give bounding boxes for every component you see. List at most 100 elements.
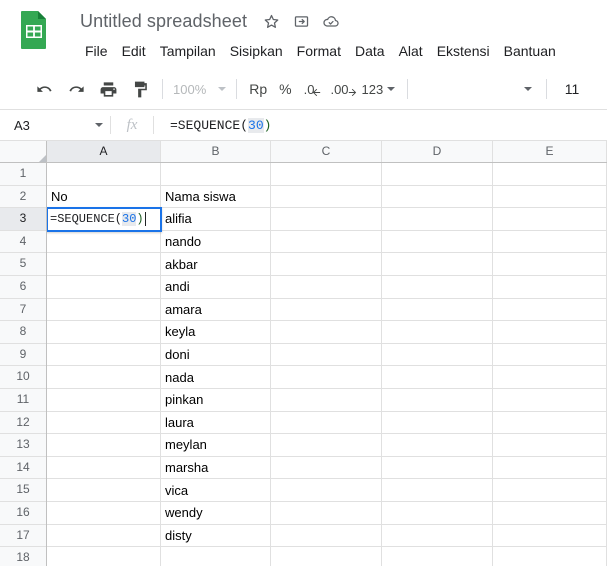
- cell-D4[interactable]: [382, 230, 493, 254]
- cell-E13[interactable]: [493, 434, 607, 457]
- menu-item-alat[interactable]: Alat: [392, 40, 430, 62]
- menu-item-tampilan[interactable]: Tampilan: [153, 40, 223, 62]
- row-header-4[interactable]: 4: [0, 230, 46, 254]
- document-title[interactable]: Untitled spreadsheet: [78, 10, 249, 33]
- row-header-6[interactable]: 6: [0, 276, 46, 299]
- column-header-a[interactable]: A: [47, 141, 161, 162]
- cell-A16[interactable]: [47, 502, 161, 525]
- cell-B5[interactable]: akbar: [161, 253, 271, 276]
- cell-A2[interactable]: No: [47, 185, 161, 209]
- cell-E8[interactable]: [493, 321, 607, 344]
- redo-icon[interactable]: [63, 76, 89, 102]
- menu-item-format[interactable]: Format: [290, 40, 348, 62]
- cell-D16[interactable]: [382, 502, 493, 525]
- cell-D2[interactable]: [382, 185, 493, 209]
- cell-A1[interactable]: [47, 163, 161, 186]
- cell-B17[interactable]: disty: [161, 524, 271, 548]
- cell-D9[interactable]: [382, 343, 493, 367]
- cell-A4[interactable]: [47, 230, 161, 254]
- cell-C1[interactable]: [271, 163, 382, 186]
- menu-item-sisipkan[interactable]: Sisipkan: [223, 40, 290, 62]
- row-header-8[interactable]: 8: [0, 321, 46, 344]
- cell-D5[interactable]: [382, 253, 493, 276]
- row-header-11[interactable]: 11: [0, 389, 46, 412]
- cell-E2[interactable]: [493, 185, 607, 209]
- cell-A18[interactable]: [47, 547, 161, 566]
- font-family-dropdown[interactable]: [516, 84, 540, 94]
- undo-icon[interactable]: [31, 76, 57, 102]
- cell-E16[interactable]: [493, 502, 607, 525]
- cell-C7[interactable]: [271, 298, 382, 322]
- select-all-corner[interactable]: [0, 141, 47, 163]
- cell-C3[interactable]: [271, 208, 382, 231]
- cell-E14[interactable]: [493, 456, 607, 480]
- cell-C5[interactable]: [271, 253, 382, 276]
- row-header-16[interactable]: 16: [0, 502, 46, 525]
- cell-A11[interactable]: [47, 389, 161, 412]
- cell-D7[interactable]: [382, 298, 493, 322]
- row-header-1[interactable]: 1: [0, 163, 46, 186]
- row-header-15[interactable]: 15: [0, 479, 46, 502]
- cell-B12[interactable]: laura: [161, 411, 271, 435]
- cell-B1[interactable]: [161, 163, 271, 186]
- cell-E15[interactable]: [493, 479, 607, 502]
- row-header-5[interactable]: 5: [0, 253, 46, 276]
- cell-A13[interactable]: [47, 434, 161, 457]
- cell-C17[interactable]: [271, 524, 382, 548]
- cell-B4[interactable]: nando: [161, 230, 271, 254]
- row-header-13[interactable]: 13: [0, 434, 46, 457]
- cell-D12[interactable]: [382, 411, 493, 435]
- name-box[interactable]: A3: [0, 111, 110, 139]
- cell-E12[interactable]: [493, 411, 607, 435]
- cell-D15[interactable]: [382, 479, 493, 502]
- column-header-e[interactable]: E: [493, 141, 607, 162]
- percent-format-button[interactable]: %: [273, 78, 297, 100]
- cell-A17[interactable]: [47, 524, 161, 548]
- function-icon[interactable]: fx: [111, 117, 153, 134]
- cell-B2[interactable]: Nama siswa: [161, 185, 271, 209]
- cell-D1[interactable]: [382, 163, 493, 186]
- cell-E5[interactable]: [493, 253, 607, 276]
- cell-C9[interactable]: [271, 343, 382, 367]
- cell-E7[interactable]: [493, 298, 607, 322]
- currency-format-button[interactable]: Rp: [243, 78, 273, 100]
- cell-B18[interactable]: [161, 547, 271, 566]
- cell-B14[interactable]: marsha: [161, 456, 271, 480]
- cell-E6[interactable]: [493, 276, 607, 299]
- cell-E3[interactable]: [493, 208, 607, 231]
- cell-B9[interactable]: doni: [161, 343, 271, 367]
- row-header-9[interactable]: 9: [0, 343, 46, 367]
- paint-format-icon[interactable]: [127, 76, 153, 102]
- cell-E10[interactable]: [493, 366, 607, 389]
- cell-E11[interactable]: [493, 389, 607, 412]
- column-header-d[interactable]: D: [382, 141, 493, 162]
- cell-A10[interactable]: [47, 366, 161, 389]
- active-cell-editor[interactable]: =SEQUENCE(30): [47, 207, 162, 232]
- row-header-18[interactable]: 18: [0, 547, 46, 566]
- cell-B3[interactable]: alifia: [161, 208, 271, 231]
- row-header-10[interactable]: 10: [0, 366, 46, 389]
- font-size-input[interactable]: 11: [553, 78, 591, 100]
- google-sheets-logo[interactable]: [19, 10, 49, 50]
- cell-C8[interactable]: [271, 321, 382, 344]
- cell-D11[interactable]: [382, 389, 493, 412]
- cell-D18[interactable]: [382, 547, 493, 566]
- cell-E9[interactable]: [493, 343, 607, 367]
- cell-C4[interactable]: [271, 230, 382, 254]
- cell-A6[interactable]: [47, 276, 161, 299]
- cloud-saved-icon[interactable]: [322, 12, 340, 30]
- cell-B11[interactable]: pinkan: [161, 389, 271, 412]
- move-to-folder-icon[interactable]: [292, 12, 310, 30]
- row-header-17[interactable]: 17: [0, 524, 46, 548]
- row-header-7[interactable]: 7: [0, 298, 46, 322]
- cell-A12[interactable]: [47, 411, 161, 435]
- cell-B16[interactable]: wendy: [161, 502, 271, 525]
- cell-B6[interactable]: andi: [161, 276, 271, 299]
- cell-D14[interactable]: [382, 456, 493, 480]
- menu-item-file[interactable]: File: [78, 40, 115, 62]
- row-header-12[interactable]: 12: [0, 411, 46, 435]
- cell-D3[interactable]: [382, 208, 493, 231]
- row-header-14[interactable]: 14: [0, 456, 46, 480]
- cell-B8[interactable]: keyla: [161, 321, 271, 344]
- cell-A8[interactable]: [47, 321, 161, 344]
